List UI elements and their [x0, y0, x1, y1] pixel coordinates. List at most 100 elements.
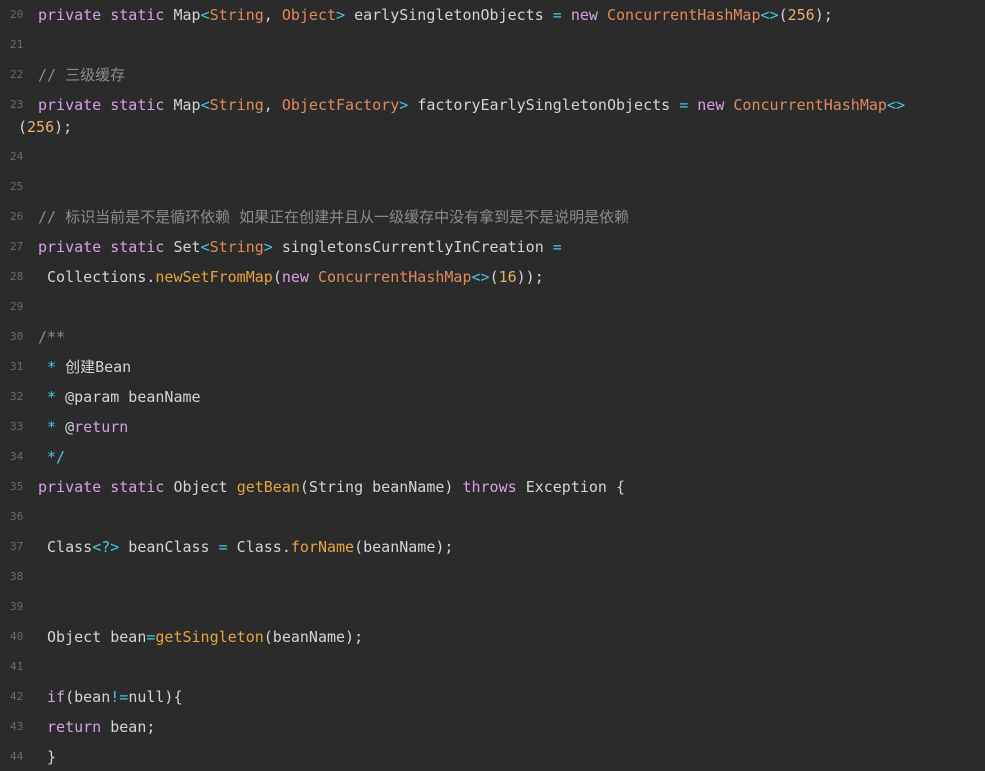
- code-token: beanClass: [119, 538, 219, 556]
- code-token: ));: [516, 268, 544, 286]
- code-token: /**: [38, 328, 66, 346]
- line-number: 23: [10, 98, 24, 111]
- code-token: */: [38, 448, 66, 466]
- code-text: Collections.newSetFromMap(new Concurrent…: [38, 265, 544, 289]
- code-token: (: [489, 268, 499, 286]
- code-token: String: [209, 6, 264, 24]
- code-text: */: [38, 445, 65, 469]
- code-token: @param beanName: [65, 388, 201, 406]
- line-number: 32: [10, 390, 24, 403]
- code-token: );: [54, 118, 73, 136]
- code-token: ConcurrentHashMap: [606, 6, 761, 24]
- code-line[interactable]: 32 * @param beanName: [0, 385, 985, 409]
- code-token: 256: [27, 118, 55, 136]
- code-text: private static Map<String, ObjectFactory…: [38, 93, 905, 117]
- code-token: new: [570, 6, 607, 24]
- code-token: <: [200, 96, 210, 114]
- code-token: =: [552, 238, 562, 256]
- code-line[interactable]: 44 }: [0, 745, 985, 769]
- code-text: Object bean=getSingleton(beanName);: [38, 625, 363, 649]
- line-number: 44: [10, 750, 24, 763]
- code-token: !=: [110, 688, 129, 706]
- code-line[interactable]: 43 return bean;: [0, 715, 985, 739]
- code-text: // 三级缓存: [38, 63, 125, 87]
- line-number: 41: [10, 660, 24, 673]
- code-line[interactable]: 27 private static Set<String> singletonsC…: [0, 235, 985, 259]
- line-number: 42: [10, 690, 24, 703]
- code-line[interactable]: 23 private static Map<String, ObjectFacto…: [0, 93, 985, 117]
- code-token: ,: [263, 96, 282, 114]
- code-line[interactable]: 28 Collections.newSetFromMap(new Concurr…: [0, 265, 985, 289]
- code-token: >: [263, 238, 282, 256]
- code-line[interactable]: 31 * 创建Bean: [0, 355, 985, 379]
- code-token: <>: [760, 6, 779, 24]
- code-token: ,: [263, 6, 282, 24]
- code-text: Class<?> beanClass = Class.forName(beanN…: [38, 535, 453, 559]
- code-text: private static Set<String> singletonsCur…: [38, 235, 562, 259]
- code-line[interactable]: 37 Class<?> beanClass = Class.forName(be…: [0, 535, 985, 559]
- code-token: ConcurrentHashMap: [317, 268, 472, 286]
- code-token: return: [74, 418, 129, 436]
- code-token: Collections.: [38, 268, 156, 286]
- code-text: if(bean!=null){: [38, 685, 183, 709]
- code-line[interactable]: 38: [0, 565, 985, 589]
- code-token: Class: [38, 538, 93, 556]
- code-token: =: [679, 96, 698, 114]
- line-number: 28: [10, 270, 24, 283]
- code-line[interactable]: 36: [0, 505, 985, 529]
- code-line[interactable]: 22 // 三级缓存: [0, 63, 985, 87]
- line-number: 27: [10, 240, 24, 253]
- code-token: <: [200, 6, 210, 24]
- code-token: Class.: [227, 538, 291, 556]
- code-token: =: [218, 538, 228, 556]
- code-text: /**: [38, 325, 65, 349]
- code-token: Map: [173, 6, 201, 24]
- code-text: * 创建Bean: [38, 355, 131, 379]
- code-line[interactable]: 20 private static Map<String, Object> ear…: [0, 3, 985, 27]
- code-token: private static: [38, 478, 174, 496]
- code-token: <>: [886, 96, 905, 114]
- code-text: private static Map<String, Object> early…: [38, 3, 833, 27]
- code-line-wrap: (256);: [18, 115, 72, 139]
- code-token: >: [399, 96, 418, 114]
- code-line[interactable]: 39: [0, 595, 985, 619]
- code-line[interactable]: 35 private static Object getBean(String b…: [0, 475, 985, 499]
- code-line[interactable]: 29: [0, 295, 985, 319]
- code-token: *: [38, 358, 66, 376]
- code-token: Object: [173, 478, 237, 496]
- code-line[interactable]: 25: [0, 175, 985, 199]
- code-token: new: [281, 268, 318, 286]
- code-line[interactable]: 21: [0, 33, 985, 57]
- code-line[interactable]: 40 Object bean=getSingleton(beanName);: [0, 625, 985, 649]
- code-line[interactable]: 30 /**: [0, 325, 985, 349]
- line-number: 29: [10, 300, 24, 313]
- line-number: 40: [10, 630, 24, 643]
- line-number: 35: [10, 480, 24, 493]
- code-token: singletonsCurrentlyInCreation: [281, 238, 553, 256]
- code-token: (String beanName): [299, 478, 463, 496]
- code-line[interactable]: 26 // 标识当前是不是循环依赖 如果正在创建并且从一级缓存中没有拿到是不是说明…: [0, 205, 985, 229]
- code-token: (beanName);: [354, 538, 454, 556]
- code-token: 创建Bean: [65, 358, 132, 376]
- code-token: 16: [498, 268, 517, 286]
- code-text: * @return: [38, 415, 128, 439]
- code-text: * @param beanName: [38, 385, 201, 409]
- code-token: );: [814, 6, 833, 24]
- code-token: Set: [173, 238, 201, 256]
- code-token: =: [552, 6, 571, 24]
- code-token: new: [697, 96, 734, 114]
- code-token: String: [209, 96, 264, 114]
- code-line[interactable]: 34 */: [0, 445, 985, 469]
- code-editor[interactable]: 20 private static Map<String, Object> ear…: [0, 0, 985, 771]
- code-line[interactable]: 41: [0, 655, 985, 679]
- code-token: null){: [128, 688, 183, 706]
- code-token: private static: [38, 96, 174, 114]
- code-token: <?>: [92, 538, 120, 556]
- code-token: <: [200, 238, 210, 256]
- code-line[interactable]: 24: [0, 145, 985, 169]
- code-token: // 三级缓存: [38, 66, 126, 84]
- code-text: }: [38, 745, 56, 769]
- code-line[interactable]: 42 if(bean!=null){: [0, 685, 985, 709]
- code-line[interactable]: 33 * @return: [0, 415, 985, 439]
- code-token: String: [209, 238, 264, 256]
